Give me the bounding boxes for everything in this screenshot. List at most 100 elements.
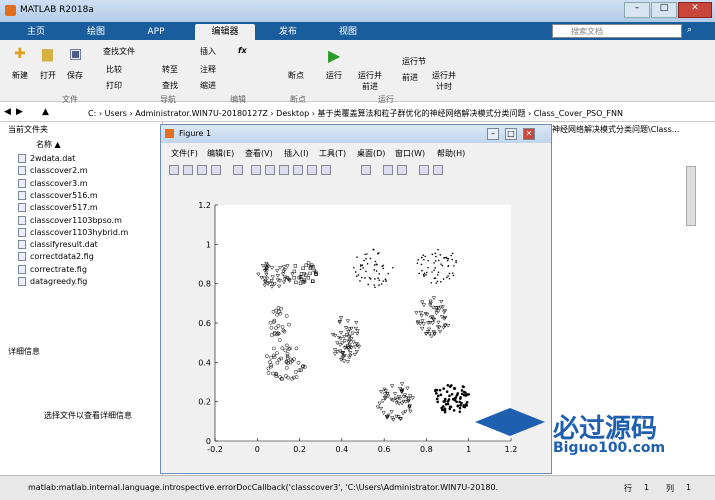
data-point: [382, 280, 385, 282]
legend-icon[interactable]: [397, 165, 407, 175]
run-button[interactable]: 运行: [326, 70, 342, 81]
figure-menu-item[interactable]: 帮助(H): [437, 148, 465, 159]
editor-scrollbar[interactable]: [686, 166, 696, 226]
tab-plots[interactable]: 绘图: [70, 24, 122, 40]
compare-button[interactable]: 比较: [106, 64, 122, 75]
print-button[interactable]: 打印: [106, 80, 122, 91]
y-tick-label: 0.8: [198, 280, 211, 289]
hide-tools-icon[interactable]: [419, 165, 429, 175]
search-input[interactable]: 搜索文档: [552, 24, 682, 38]
tab-view[interactable]: 视图: [322, 24, 374, 40]
advance-button[interactable]: 前进: [402, 72, 418, 83]
run-section-button[interactable]: 运行节: [402, 56, 426, 67]
new-figure-icon[interactable]: [169, 165, 179, 175]
minimize-button[interactable]: –: [624, 2, 650, 18]
breakpoint-button[interactable]: 断点: [288, 70, 304, 81]
y-tick-label: 0.4: [198, 358, 211, 367]
figure-menu-item[interactable]: 插入(I): [284, 148, 309, 159]
figure-menu-item[interactable]: 桌面(D): [357, 148, 385, 159]
print-icon[interactable]: [211, 165, 221, 175]
figure-menu-item[interactable]: 编辑(E): [207, 148, 234, 159]
address-bar[interactable]: ◀ ▶ ▲ C: › Users › Administrator.WIN7U-2…: [0, 104, 715, 122]
fx-button[interactable]: fx: [238, 46, 247, 55]
figure-close-button[interactable]: ✕: [523, 128, 535, 140]
insert-button[interactable]: 插入: [200, 46, 216, 57]
figure-menu-item[interactable]: 文件(F): [171, 148, 198, 159]
data-point: [363, 259, 365, 262]
search-icon[interactable]: ⌕: [687, 25, 692, 35]
file-list-item[interactable]: classifyresult.dat: [18, 240, 98, 250]
save-icon[interactable]: [197, 165, 207, 175]
new-button[interactable]: 新建: [12, 70, 28, 81]
back-icon[interactable]: ◀: [4, 107, 11, 117]
tab-home[interactable]: 主页: [10, 24, 62, 40]
name-column-header[interactable]: 名称 ▲: [36, 139, 61, 150]
data-point: [439, 393, 443, 397]
run-and-time-button[interactable]: 运行并 计时: [432, 70, 456, 92]
indent-button[interactable]: 缩进: [200, 80, 216, 91]
file-list-item[interactable]: classcover1103bpso.m: [18, 215, 122, 225]
data-point: [431, 271, 433, 273]
figure-menu-item[interactable]: 工具(T): [319, 148, 346, 159]
colorbar-icon[interactable]: [383, 165, 393, 175]
file-list-item[interactable]: classcover3.m: [18, 178, 88, 188]
figure-menu-item[interactable]: 窗口(W): [395, 148, 425, 159]
tab-publish[interactable]: 发布: [262, 24, 314, 40]
data-point: [453, 265, 455, 267]
figure-maximize-button[interactable]: □: [505, 128, 517, 140]
data-point: [442, 387, 446, 390]
data-point: [373, 264, 376, 266]
find-button[interactable]: 查找: [162, 80, 178, 91]
comment-button[interactable]: 注释: [200, 64, 216, 75]
x-tick-label: 1: [466, 445, 471, 454]
data-cursor-icon[interactable]: [307, 165, 317, 175]
data-point: [424, 255, 427, 258]
open-button[interactable]: 打开: [40, 70, 56, 81]
file-list-item[interactable]: classcover516.m: [18, 190, 98, 200]
file-list-item[interactable]: correctdata2.fig: [18, 252, 94, 262]
file-list-item[interactable]: correctrate.fig: [18, 264, 87, 274]
forward-icon[interactable]: ▶: [16, 107, 23, 117]
zoom-in-icon[interactable]: [251, 165, 261, 175]
data-point: [444, 256, 446, 259]
data-point: [425, 271, 428, 274]
find-files-button[interactable]: 查找文件: [103, 46, 135, 57]
file-list-item[interactable]: classcover517.m: [18, 203, 98, 213]
data-point: [364, 253, 366, 256]
pointer-icon[interactable]: [233, 165, 243, 175]
file-list-item[interactable]: datagreedy.fig: [18, 277, 87, 286]
maximize-button[interactable]: □: [651, 2, 677, 18]
data-point: [423, 272, 426, 275]
file-icon: [18, 227, 26, 237]
save-button[interactable]: 保存: [67, 70, 83, 81]
link-icon[interactable]: [361, 165, 371, 175]
data-point: [451, 272, 454, 274]
run-and-advance-button[interactable]: 运行并 前进: [358, 70, 382, 92]
editor-ribbon: 新建 打开 保存 查找文件 比较 打印 插入 fx 转至 注释 查找 缩进 断点…: [0, 40, 715, 102]
file-list-item[interactable]: classcover2.m: [18, 166, 88, 176]
pan-icon[interactable]: [279, 165, 289, 175]
file-list-item[interactable]: 2wdata.dat: [18, 154, 75, 163]
figure-menu-item[interactable]: 查看(V): [245, 148, 273, 159]
file-name: classifyresult.dat: [30, 240, 98, 250]
open-icon[interactable]: [183, 165, 193, 175]
data-point: [446, 276, 448, 279]
tab-editor[interactable]: 编辑器: [195, 24, 255, 40]
col-value: 1: [686, 483, 692, 492]
data-point: [438, 388, 442, 392]
zoom-out-icon[interactable]: [265, 165, 275, 175]
close-button[interactable]: ✕: [678, 2, 712, 18]
data-point: [434, 267, 436, 269]
show-tools-icon[interactable]: [433, 165, 443, 175]
folder-up-icon[interactable]: ▲: [42, 107, 49, 117]
figure-minimize-button[interactable]: –: [487, 128, 499, 140]
file-list-item[interactable]: classcover1103hybrid.m: [18, 227, 128, 237]
data-point: [444, 402, 448, 406]
file-name: classcover517.m: [30, 203, 98, 213]
goto-button[interactable]: 转至: [162, 64, 178, 75]
data-point: [421, 256, 423, 259]
data-point: [451, 252, 454, 255]
tab-apps[interactable]: APP: [130, 24, 182, 40]
brush-icon[interactable]: [321, 165, 331, 175]
rotate-icon[interactable]: [293, 165, 303, 175]
